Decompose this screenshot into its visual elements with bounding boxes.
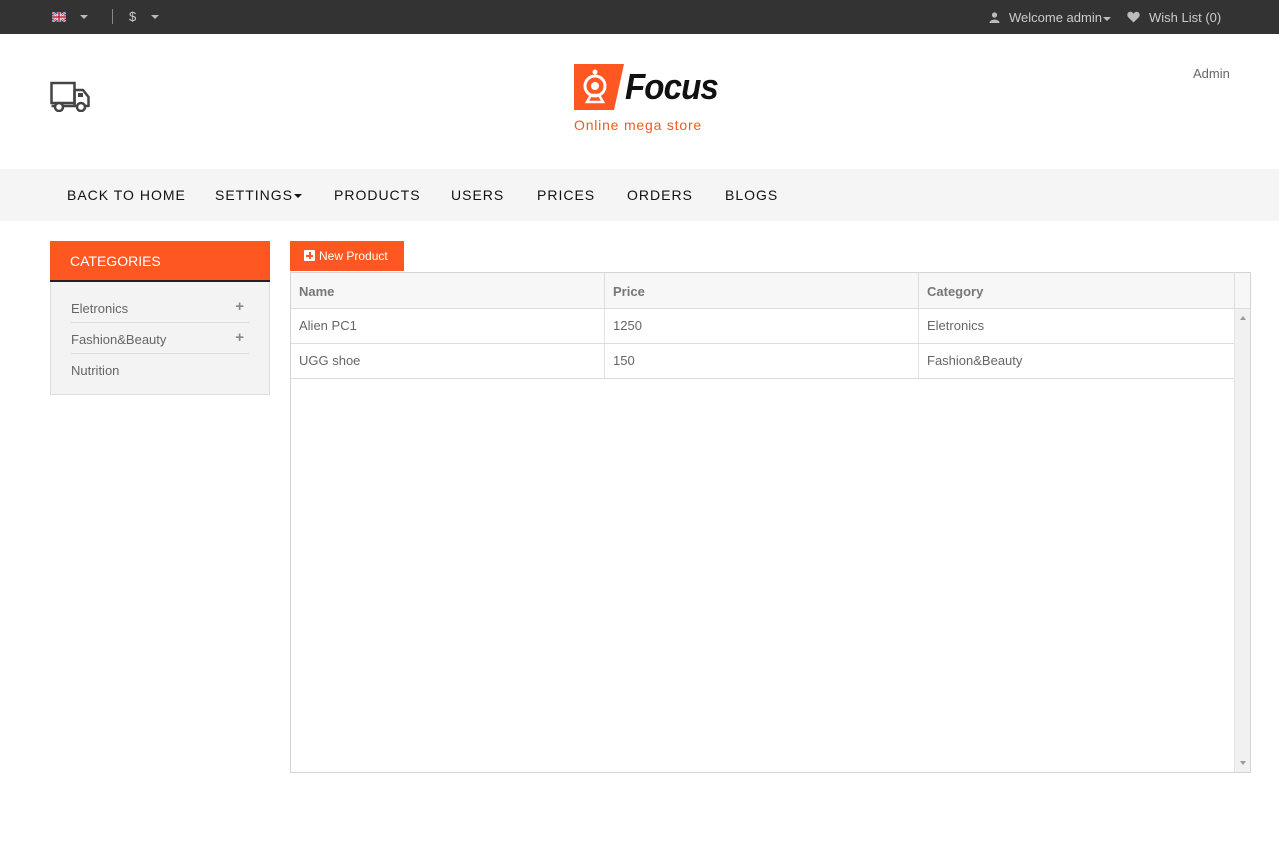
categories-panel: Eletronics + Fashion&Beauty + Nutrition xyxy=(50,282,270,395)
expand-plus-icon[interactable]: + xyxy=(235,329,244,346)
category-item-nutrition[interactable]: Nutrition xyxy=(71,354,249,385)
currency-dropdown-caret-icon[interactable] xyxy=(151,15,159,19)
user-menu-caret-icon[interactable] xyxy=(1103,17,1111,21)
uk-flag-icon[interactable] xyxy=(52,12,66,22)
nav-products[interactable]: PRODUCTS xyxy=(334,187,421,203)
nav-blogs[interactable]: BLOGS xyxy=(725,187,778,203)
scroll-down-arrow-icon[interactable] xyxy=(1240,761,1246,765)
category-item-eletronics[interactable]: Eletronics + xyxy=(71,292,249,323)
nav-users[interactable]: USERS xyxy=(451,187,504,203)
category-label: Nutrition xyxy=(71,363,120,378)
column-header-category[interactable]: Category xyxy=(919,273,1234,309)
category-label: Eletronics xyxy=(71,301,129,316)
user-icon xyxy=(989,12,1000,23)
column-header-name[interactable]: Name xyxy=(291,273,605,309)
table-cell-name: UGG shoe xyxy=(291,344,605,378)
table-scrollbar[interactable] xyxy=(1234,309,1250,772)
heart-icon xyxy=(1127,11,1140,23)
top-bar-divider xyxy=(112,9,113,24)
nav-prices[interactable]: PRICES xyxy=(537,187,595,203)
nav-settings-label: SETTINGS xyxy=(215,187,294,203)
scroll-up-arrow-icon[interactable] xyxy=(1240,316,1246,320)
table-row[interactable]: UGG shoe 150 Fashion&Beauty xyxy=(291,344,1234,379)
truck-icon xyxy=(50,81,90,112)
table-cell-price: 150 xyxy=(605,344,919,378)
table-cell-category: Fashion&Beauty xyxy=(927,353,1023,368)
focus-logo-icon[interactable] xyxy=(574,64,624,110)
products-table: Name Price Category Alien PC1 1250 Eletr… xyxy=(290,272,1251,773)
categories-heading: CATEGORIES xyxy=(50,241,270,282)
main-nav: BACK TO HOME SETTINGS PRODUCTS USERS PRI… xyxy=(0,169,1279,221)
table-cell-category: Eletronics xyxy=(927,318,985,333)
category-label: Fashion&Beauty xyxy=(71,332,167,347)
table-header: Name Price Category xyxy=(291,273,1234,309)
wish-list-link[interactable]: Wish List (0) xyxy=(1149,10,1221,25)
category-item-fashion-beauty[interactable]: Fashion&Beauty + xyxy=(71,323,249,354)
welcome-user-menu[interactable]: Welcome admin xyxy=(1009,10,1102,25)
new-product-label: New Product xyxy=(319,249,388,263)
expand-plus-icon[interactable]: + xyxy=(235,298,244,315)
logo-text[interactable]: Focus xyxy=(625,66,719,108)
logo-tagline: Online mega store xyxy=(574,117,702,133)
nav-settings[interactable]: SETTINGS xyxy=(215,187,303,203)
table-header-corner xyxy=(1234,273,1250,309)
table-cell-name: Alien PC1 xyxy=(291,309,605,343)
new-product-button[interactable]: New Product xyxy=(290,241,404,271)
column-header-price[interactable]: Price xyxy=(605,273,919,309)
table-row[interactable]: Alien PC1 1250 Eletronics xyxy=(291,309,1234,344)
nav-back-to-home[interactable]: BACK TO HOME xyxy=(67,187,186,203)
table-cell-price: 1250 xyxy=(605,309,919,343)
top-bar: $ Welcome admin Wish List (0) xyxy=(0,0,1279,34)
plus-square-icon xyxy=(304,250,315,261)
admin-link[interactable]: Admin xyxy=(1193,66,1230,81)
currency-selector[interactable]: $ xyxy=(129,9,136,24)
language-dropdown-caret-icon[interactable] xyxy=(80,15,88,19)
nav-orders[interactable]: ORDERS xyxy=(627,187,693,203)
settings-caret-icon xyxy=(294,194,303,199)
